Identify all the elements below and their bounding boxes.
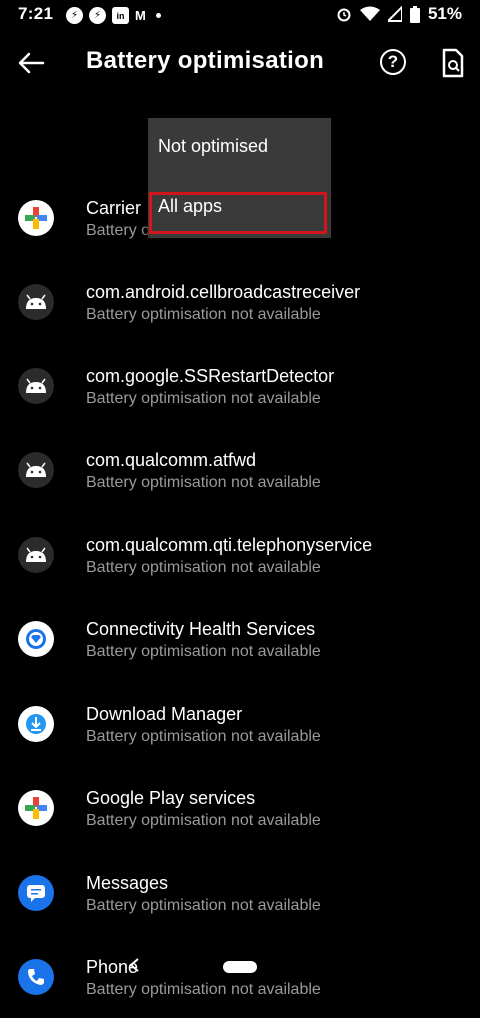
alarm-icon (337, 8, 351, 22)
phone-icon (18, 959, 54, 995)
app-name: Connectivity Health Services (86, 619, 316, 639)
app-name: Download Manager (86, 704, 243, 724)
app-bar: Battery optimisation ? (0, 30, 480, 96)
list-item[interactable]: Messages Battery optimisation not availa… (0, 850, 480, 934)
app-status: Battery optimisation not available (86, 643, 321, 660)
app-name: Messages (86, 873, 169, 893)
app-name: Google Play services (86, 788, 256, 808)
carrier-services-icon (18, 200, 54, 236)
nav-back-icon[interactable] (128, 958, 140, 972)
clock: 7:21 (18, 4, 54, 23)
download-manager-icon (18, 706, 54, 742)
app-status: Battery optimisation not available (86, 981, 321, 998)
messenger-icon: ⚡ (89, 7, 106, 24)
app-name: com.qualcomm.atfwd (86, 450, 257, 470)
list-item[interactable]: Connectivity Health Services Battery opt… (0, 596, 480, 680)
more-notifications-dot (155, 13, 161, 18)
notification-icons: ⚡ ⚡ in M (66, 7, 161, 24)
list-item[interactable]: com.qualcomm.qti.telephonyservice Batter… (0, 512, 480, 596)
messenger-icon: ⚡ (66, 7, 83, 24)
search-apps-icon[interactable] (441, 48, 465, 78)
app-name: com.qualcomm.qti.telephonyservice (86, 535, 373, 555)
connectivity-health-icon (18, 621, 54, 657)
android-icon (18, 537, 54, 573)
list-item[interactable]: com.google.SSRestartDetector Battery opt… (0, 343, 480, 427)
list-item[interactable]: Phone Battery optimisation not available (0, 934, 480, 1018)
list-item[interactable]: com.qualcomm.atfwd Battery optimisation … (0, 427, 480, 511)
play-services-icon (18, 790, 54, 826)
linkedin-icon: in (112, 7, 129, 24)
battery-percent: 51% (427, 4, 462, 23)
app-status: Battery optimisation not available (86, 897, 321, 914)
help-icon[interactable]: ? (380, 49, 406, 75)
android-icon (18, 368, 54, 404)
app-status: Battery optimisation not available (86, 390, 321, 407)
status-bar: 7:21 ⚡ ⚡ in M 51% (0, 0, 480, 30)
menu-option-not-optimised[interactable]: Not optimised (158, 136, 268, 157)
app-status: Battery optimisation not available (86, 812, 321, 829)
list-item[interactable]: com.android.cellbroadcastreceiver Batter… (0, 259, 480, 343)
selection-highlight-box (149, 192, 327, 234)
app-status: Battery optimisation not available (86, 474, 321, 491)
system-icons: 51% (336, 4, 462, 24)
app-status: Battery optimisation not available (86, 728, 321, 745)
signal-icon (387, 6, 402, 22)
page-title: Battery optimisation (86, 47, 325, 74)
messages-icon (18, 875, 54, 911)
battery-icon (409, 5, 420, 23)
app-status: Battery optimisation not available (86, 559, 321, 576)
app-status: Battery optimisation not available (86, 306, 321, 323)
gmail-icon: M (135, 8, 146, 23)
app-name: com.android.cellbroadcastreceiver (86, 282, 361, 302)
list-item[interactable]: Download Manager Battery optimisation no… (0, 681, 480, 765)
app-name: com.google.SSRestartDetector (86, 366, 335, 386)
app-name: Carrier (86, 198, 142, 218)
wifi-icon (359, 6, 380, 21)
android-icon (18, 284, 54, 320)
back-arrow-icon[interactable] (16, 48, 46, 78)
list-item[interactable]: Google Play services Battery optimisatio… (0, 765, 480, 849)
android-icon (18, 452, 54, 488)
home-gesture-pill[interactable] (223, 961, 257, 973)
